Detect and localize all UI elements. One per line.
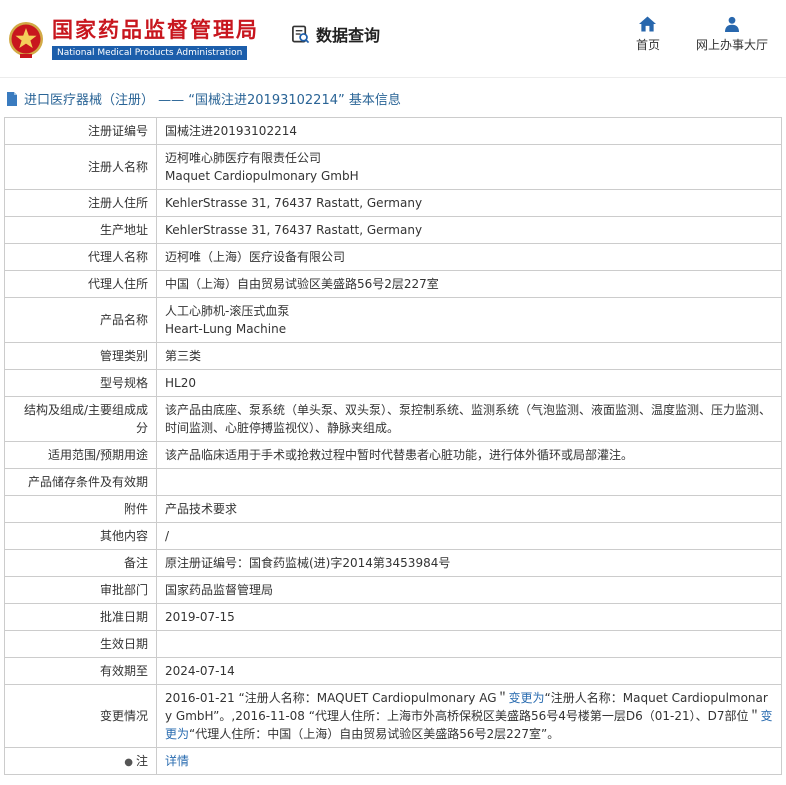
row-label: 生效日期 [5, 631, 157, 658]
row-value: 2016-01-21 “注册人名称：MAQUET Cardiopulmonary… [157, 685, 782, 748]
row-label: 型号规格 [5, 370, 157, 397]
table-row: 生效日期 [5, 631, 782, 658]
info-table-body: 注册证编号 国械注进20193102214 注册人名称 迈柯唯心肺医疗有限责任公… [5, 118, 782, 775]
row-value: KehlerStrasse 31, 76437 Rastatt, Germany [157, 190, 782, 217]
row-value [157, 469, 782, 496]
table-row: ●注 详情 [5, 748, 782, 775]
row-value: 详情 [157, 748, 782, 775]
data-query-icon [291, 25, 310, 44]
nav-service-hall-label: 网上办事大厅 [696, 36, 768, 53]
nav-home-label: 首页 [636, 36, 660, 53]
person-icon [724, 16, 740, 32]
row-label: 批准日期 [5, 604, 157, 631]
row-value: 第三类 [157, 343, 782, 370]
row-label: 注册人住所 [5, 190, 157, 217]
national-emblem-icon [8, 20, 44, 60]
agency-logo[interactable]: 国家药品监督管理局 National Medical Products Admi… [8, 19, 259, 60]
row-value: 原注册证编号：国食药监械(进)字2014第3453984号 [157, 550, 782, 577]
row-value: 迈柯唯心肺医疗有限责任公司 Maquet Cardiopulmonary Gmb… [157, 145, 782, 190]
row-value [157, 631, 782, 658]
highlight-text: 变更为 [165, 709, 773, 741]
row-label: 产品名称 [5, 298, 157, 343]
home-icon [639, 16, 656, 32]
row-value: 人工心肺机-滚压式血泵 Heart-Lung Machine [157, 298, 782, 343]
row-value: 中国（上海）自由贸易试验区美盛路56号2层227室 [157, 271, 782, 298]
table-row: 管理类别 第三类 [5, 343, 782, 370]
table-row: 注册人名称 迈柯唯心肺医疗有限责任公司 Maquet Cardiopulmona… [5, 145, 782, 190]
data-query-label: 数据查询 [316, 22, 380, 46]
row-value: 迈柯唯（上海）医疗设备有限公司 [157, 244, 782, 271]
table-row: 代理人住所 中国（上海）自由贸易试验区美盛路56号2层227室 [5, 271, 782, 298]
row-label: 代理人名称 [5, 244, 157, 271]
row-label: 适用范围/预期用途 [5, 442, 157, 469]
row-value: KehlerStrasse 31, 76437 Rastatt, Germany [157, 217, 782, 244]
table-row: 代理人名称 迈柯唯（上海）医疗设备有限公司 [5, 244, 782, 271]
registration-info-table: 注册证编号 国械注进20193102214 注册人名称 迈柯唯心肺医疗有限责任公… [4, 117, 782, 775]
row-label: 产品储存条件及有效期 [5, 469, 157, 496]
data-query-menu[interactable]: 数据查询 [291, 22, 380, 46]
page-title: 进口医疗器械（注册） —— “国械注进20193102214” 基本信息 [0, 78, 786, 117]
row-value: 该产品由底座、泵系统（单头泵、双头泵）、泵控制系统、监测系统（气泡监测、液面监测… [157, 397, 782, 442]
row-value: / [157, 523, 782, 550]
row-label: ●注 [5, 748, 157, 775]
row-label: 结构及组成/主要组成成分 [5, 397, 157, 442]
site-header: 国家药品监督管理局 National Medical Products Admi… [0, 0, 786, 78]
row-label: 备注 [5, 550, 157, 577]
agency-name-en: National Medical Products Administration [52, 46, 247, 60]
row-value: 国家药品监督管理局 [157, 577, 782, 604]
table-row: 产品名称 人工心肺机-滚压式血泵 Heart-Lung Machine [5, 298, 782, 343]
row-label: 审批部门 [5, 577, 157, 604]
header-nav: 首页 网上办事大厅 [636, 16, 768, 53]
row-label: 代理人住所 [5, 271, 157, 298]
table-row: 产品储存条件及有效期 [5, 469, 782, 496]
row-value: 国械注进20193102214 [157, 118, 782, 145]
table-row: 型号规格 HL20 [5, 370, 782, 397]
row-value: 2019-07-15 [157, 604, 782, 631]
row-label: 附件 [5, 496, 157, 523]
table-row: 审批部门 国家药品监督管理局 [5, 577, 782, 604]
table-row: 批准日期 2019-07-15 [5, 604, 782, 631]
row-label: 变更情况 [5, 685, 157, 748]
row-value: 产品技术要求 [157, 496, 782, 523]
row-label: 生产地址 [5, 217, 157, 244]
table-row: 结构及组成/主要组成成分 该产品由底座、泵系统（单头泵、双头泵）、泵控制系统、监… [5, 397, 782, 442]
highlight-text: 变更为 [509, 691, 545, 705]
table-row: 注册人住所 KehlerStrasse 31, 76437 Rastatt, G… [5, 190, 782, 217]
row-value: 该产品临床适用于手术或抢救过程中暂时代替患者心脏功能，进行体外循环或局部灌注。 [157, 442, 782, 469]
note-icon: ● [124, 757, 133, 768]
table-row: 备注 原注册证编号：国食药监械(进)字2014第3453984号 [5, 550, 782, 577]
document-icon [6, 92, 18, 106]
row-label: 注册证编号 [5, 118, 157, 145]
row-label: 注册人名称 [5, 145, 157, 190]
nav-item-home[interactable]: 首页 [636, 16, 660, 53]
row-label: 有效期至 [5, 658, 157, 685]
table-row: 附件 产品技术要求 [5, 496, 782, 523]
row-label: 其他内容 [5, 523, 157, 550]
table-row: 注册证编号 国械注进20193102214 [5, 118, 782, 145]
agency-title: 国家药品监督管理局 National Medical Products Admi… [52, 19, 259, 60]
nav-item-service-hall[interactable]: 网上办事大厅 [696, 16, 768, 53]
table-row: 变更情况 2016-01-21 “注册人名称：MAQUET Cardiopulm… [5, 685, 782, 748]
row-value: HL20 [157, 370, 782, 397]
table-row: 生产地址 KehlerStrasse 31, 76437 Rastatt, Ge… [5, 217, 782, 244]
table-row: 其他内容 / [5, 523, 782, 550]
row-value: 2024-07-14 [157, 658, 782, 685]
table-row: 适用范围/预期用途 该产品临床适用于手术或抢救过程中暂时代替患者心脏功能，进行体… [5, 442, 782, 469]
row-label: 管理类别 [5, 343, 157, 370]
detail-link[interactable]: 详情 [165, 754, 189, 768]
agency-name-zh: 国家药品监督管理局 [52, 19, 259, 42]
table-row: 有效期至 2024-07-14 [5, 658, 782, 685]
page-title-text: 进口医疗器械（注册） —— “国械注进20193102214” 基本信息 [24, 89, 401, 108]
